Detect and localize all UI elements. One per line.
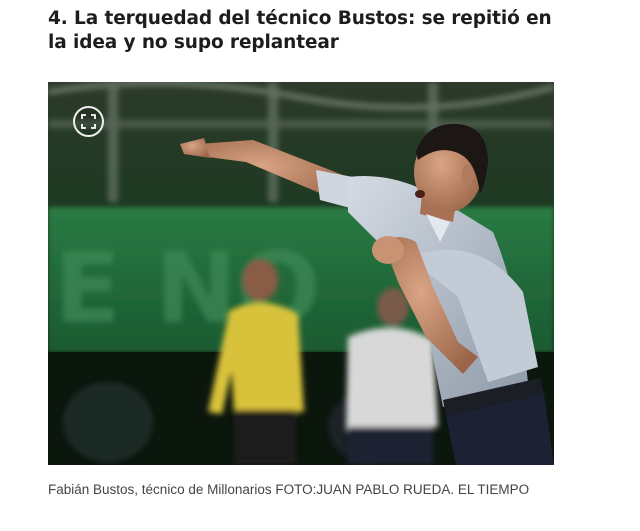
photo-caption: Fabián Bustos, técnico de Millonarios FO… <box>48 482 530 497</box>
fullscreen-expand-icon <box>81 114 96 129</box>
fullscreen-button[interactable] <box>73 106 104 137</box>
article: 4. La terquedad del técnico Bustos: se r… <box>48 0 558 497</box>
article-photo[interactable]: E NO <box>48 82 554 465</box>
article-heading: 4. La terquedad del técnico Bustos: se r… <box>48 8 552 53</box>
photo-scene: E NO <box>48 82 554 465</box>
